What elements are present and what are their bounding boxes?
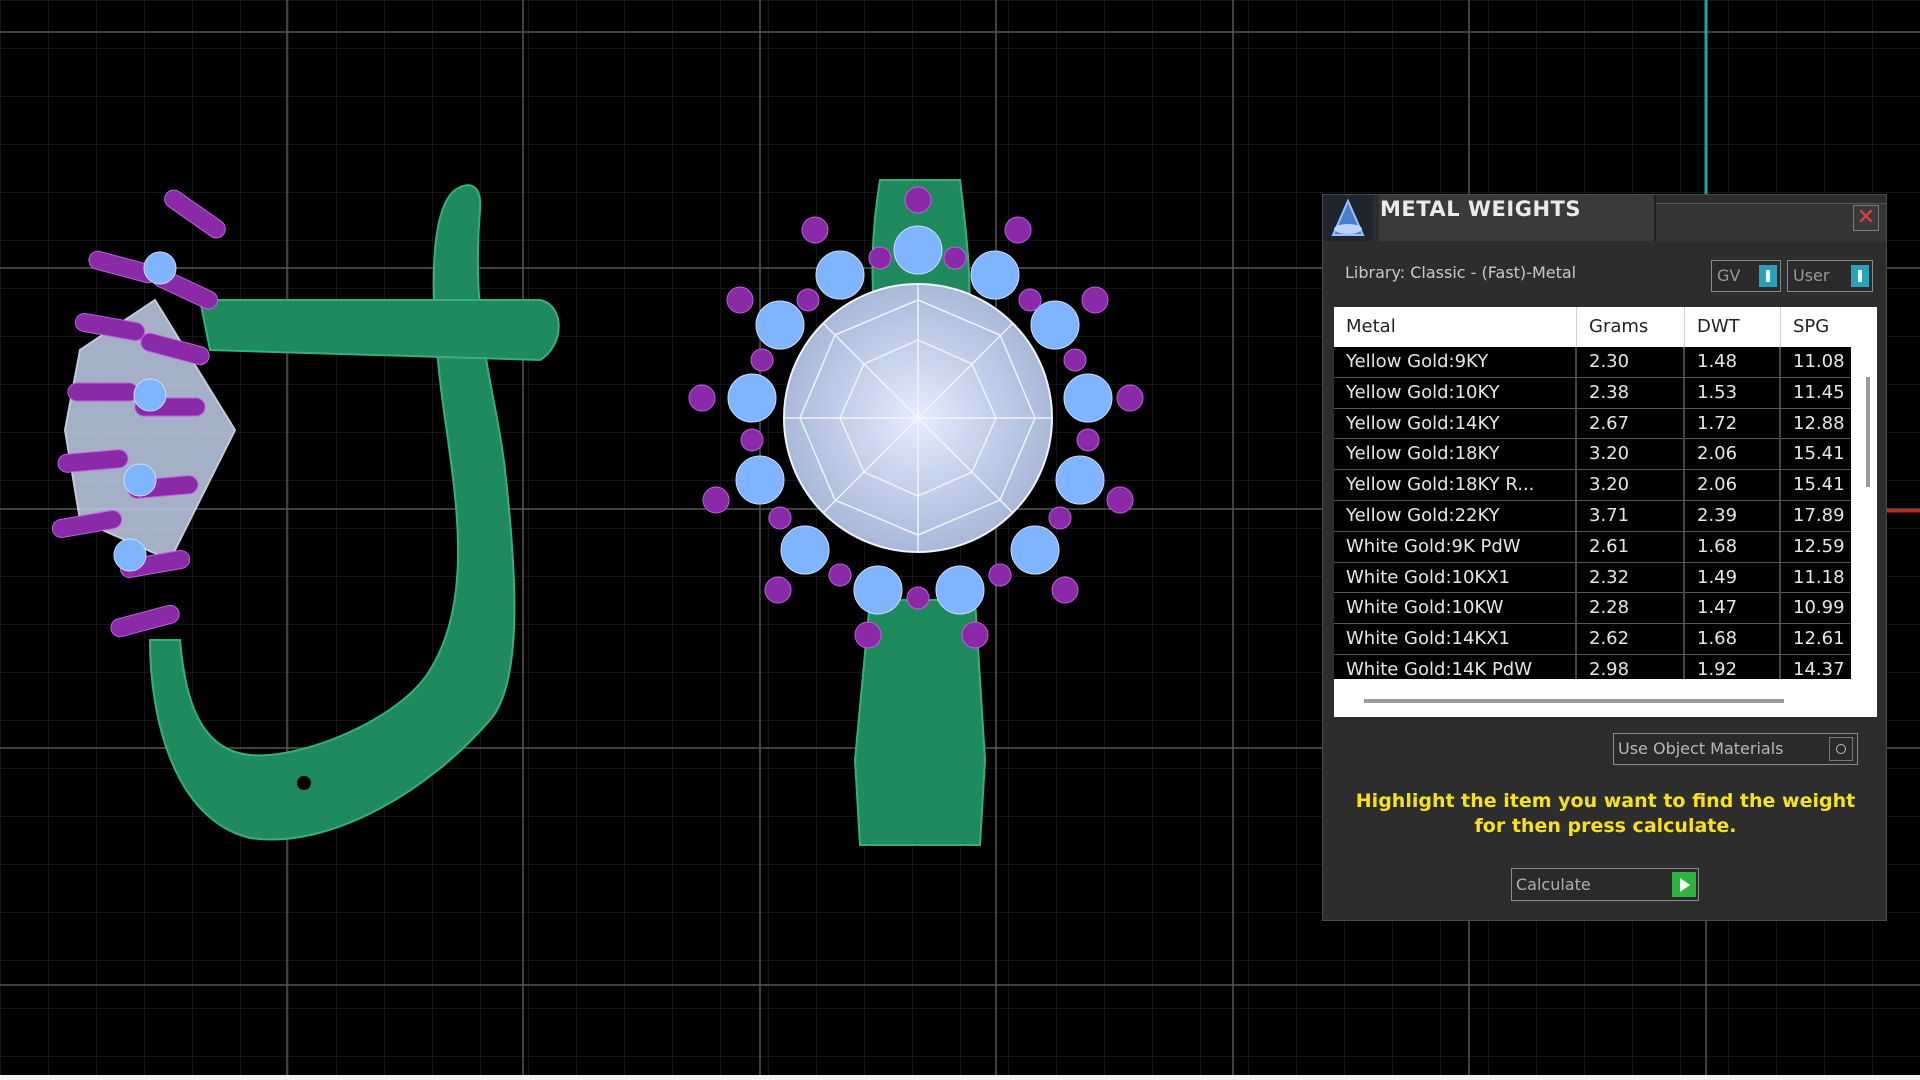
cell-grams: 2.67: [1577, 408, 1685, 439]
cell-spg: 14.37: [1793, 658, 1845, 679]
cell-dwt: 2.06: [1685, 439, 1781, 470]
calculate-button[interactable]: Calculate: [1511, 868, 1699, 901]
cell-metal: White Gold:14KX1: [1334, 624, 1577, 655]
vertical-scrollbar[interactable]: [1859, 347, 1877, 679]
cell-spg: 12.61: [1793, 628, 1845, 650]
app-logo-icon: [1323, 195, 1373, 241]
close-button[interactable]: ✕: [1853, 205, 1879, 231]
cell-metal: White Gold:10KW: [1334, 593, 1577, 624]
hint-line-2: for then press calculate.: [1474, 815, 1737, 837]
cell-metal: White Gold:14K PdW: [1334, 654, 1577, 679]
cell-dwt: 1.47: [1685, 593, 1781, 624]
cell-metal: White Gold:10KX1: [1334, 562, 1577, 593]
user-toggle-label: User: [1793, 266, 1830, 285]
toggle-on-icon: [1759, 265, 1777, 287]
table-row[interactable]: White Gold:14KX1 2.62 1.68 12.61: [1334, 624, 1851, 655]
use-object-materials-label: Use Object Materials: [1618, 739, 1784, 758]
hint-text: Highlight the item you want to find the …: [1343, 789, 1868, 839]
cell-metal: White Gold:9K PdW: [1334, 531, 1577, 562]
cell-dwt: 1.53: [1685, 377, 1781, 408]
cell-grams: 2.98: [1577, 654, 1685, 679]
status-strip: [0, 1075, 1920, 1080]
user-toggle[interactable]: User: [1787, 260, 1873, 292]
cell-dwt: 1.72: [1685, 408, 1781, 439]
column-header-grams[interactable]: Grams: [1577, 307, 1685, 347]
cell-grams: 3.71: [1577, 500, 1685, 531]
table-row[interactable]: White Gold:9K PdW 2.61 1.68 12.59: [1334, 531, 1851, 563]
metal-table: Metal Grams DWT SPG Yellow Gold:9KY 2.30 1…: [1334, 307, 1877, 717]
radio-icon: [1829, 737, 1853, 761]
gv-toggle[interactable]: GV: [1711, 260, 1781, 292]
column-header-spg[interactable]: SPG: [1781, 307, 1851, 347]
table-row[interactable]: White Gold:10KW 2.28 1.47 10.99: [1334, 593, 1851, 625]
play-icon: [1672, 872, 1696, 897]
cell-spg: 15.41: [1793, 443, 1845, 465]
cell-spg: 11.45: [1793, 381, 1845, 403]
cell-dwt: 1.49: [1685, 562, 1781, 593]
cell-dwt: 1.48: [1685, 347, 1781, 377]
cell-spg: 10.99: [1793, 597, 1845, 619]
calculate-label: Calculate: [1516, 875, 1591, 894]
cell-dwt: 1.68: [1685, 531, 1781, 562]
metal-weights-panel: METAL WEIGHTS ✕ Library: Classic - (Fast…: [1322, 194, 1887, 921]
table-row[interactable]: Yellow Gold:14KY 2.67 1.72 12.88: [1334, 408, 1851, 440]
column-header-metal[interactable]: Metal: [1334, 307, 1577, 347]
panel-titlebar[interactable]: METAL WEIGHTS ✕: [1323, 195, 1886, 243]
cell-dwt: 2.06: [1685, 470, 1781, 501]
table-row[interactable]: Yellow Gold:22KY 3.71 2.39 17.89: [1334, 500, 1851, 532]
cell-grams: 2.28: [1577, 593, 1685, 624]
cell-spg: 12.59: [1793, 535, 1845, 557]
scrollbar-thumb[interactable]: [1364, 699, 1784, 703]
cell-grams: 3.20: [1577, 439, 1685, 470]
cell-metal: Yellow Gold:18KY R...: [1334, 470, 1577, 501]
table-row[interactable]: White Gold:10KX1 2.32 1.49 11.18: [1334, 562, 1851, 594]
scrollbar-thumb[interactable]: [1866, 377, 1870, 487]
hint-line-1: Highlight the item you want to find the …: [1355, 790, 1856, 812]
cell-metal: Yellow Gold:18KY: [1334, 439, 1577, 470]
cell-spg: 11.18: [1793, 566, 1845, 588]
cell-spg: 17.89: [1793, 504, 1845, 526]
table-header: Metal Grams DWT SPG: [1334, 307, 1877, 347]
table-row[interactable]: White Gold:14K PdW 2.98 1.92 14.37: [1334, 654, 1851, 679]
panel-title: METAL WEIGHTS: [1380, 197, 1581, 221]
cell-grams: 3.20: [1577, 470, 1685, 501]
cell-grams: 2.62: [1577, 624, 1685, 655]
cell-metal: Yellow Gold:14KY: [1334, 408, 1577, 439]
cell-dwt: 1.68: [1685, 624, 1781, 655]
cell-metal: Yellow Gold:22KY: [1334, 500, 1577, 531]
toggle-on-icon: [1851, 265, 1869, 287]
cell-grams: 2.61: [1577, 531, 1685, 562]
cell-dwt: 2.39: [1685, 500, 1781, 531]
cell-metal: Yellow Gold:9KY: [1334, 347, 1577, 377]
use-object-materials-toggle[interactable]: Use Object Materials: [1613, 733, 1858, 765]
library-label: Library: Classic - (Fast)-Metal: [1345, 263, 1577, 282]
table-row[interactable]: Yellow Gold:18KY 3.20 2.06 15.41: [1334, 439, 1851, 471]
table-row[interactable]: Yellow Gold:10KY 2.38 1.53 11.45: [1334, 377, 1851, 409]
table-row[interactable]: Yellow Gold:9KY 2.30 1.48 11.08: [1334, 347, 1851, 378]
cell-grams: 2.32: [1577, 562, 1685, 593]
cell-dwt: 1.92: [1685, 654, 1781, 679]
column-header-dwt[interactable]: DWT: [1685, 307, 1781, 347]
cell-spg: 15.41: [1793, 474, 1845, 496]
cell-spg: 12.88: [1793, 412, 1845, 434]
cell-grams: 2.38: [1577, 377, 1685, 408]
gv-toggle-label: GV: [1717, 266, 1741, 285]
table-rows: Yellow Gold:9KY 2.30 1.48 11.08 Yellow Gold:…: [1334, 347, 1851, 679]
cell-metal: Yellow Gold:10KY: [1334, 377, 1577, 408]
horizontal-scrollbar[interactable]: [1334, 679, 1877, 717]
cell-spg: 11.08: [1793, 351, 1845, 372]
cell-grams: 2.30: [1577, 347, 1685, 377]
table-row[interactable]: Yellow Gold:18KY R... 3.20 2.06 15.41: [1334, 470, 1851, 501]
